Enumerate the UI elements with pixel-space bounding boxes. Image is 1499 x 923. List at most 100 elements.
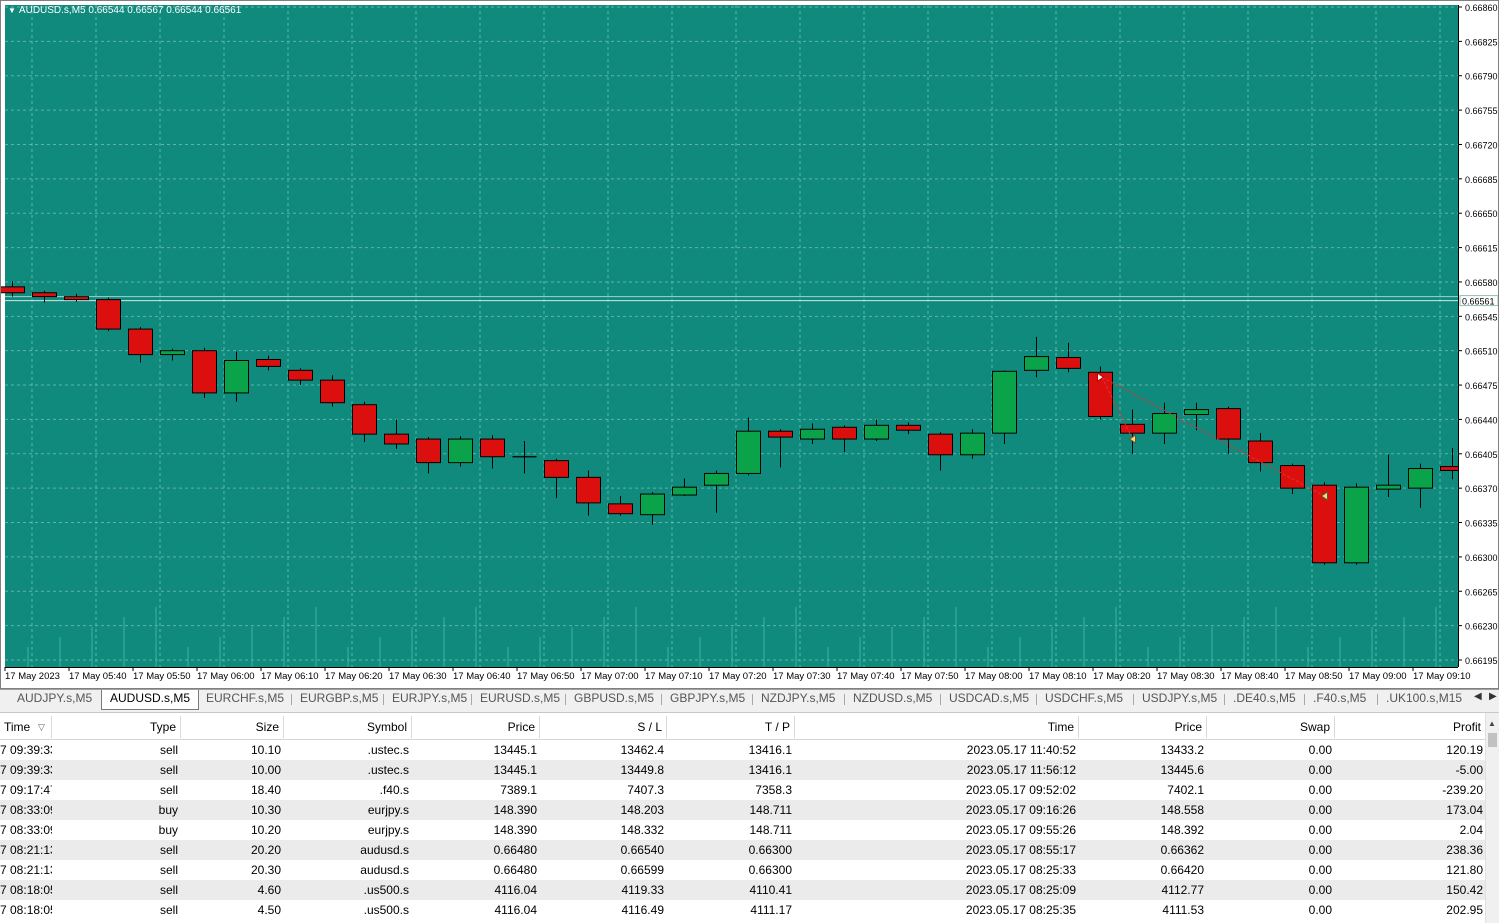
- cell-close-price: 7402.1: [1167, 783, 1204, 797]
- candle-body: [64, 296, 89, 301]
- tab-gbpusd-s-m5[interactable]: GBPUSD.s,M5: [574, 690, 654, 708]
- tab-separator: [1036, 694, 1037, 705]
- column-header-close-price[interactable]: Price: [1079, 716, 1207, 738]
- time-label: 17 May 05:40: [69, 671, 127, 682]
- vertical-scrollbar[interactable]: ▲: [1485, 713, 1499, 923]
- price-label: 0.66650: [1465, 209, 1498, 219]
- column-header-label: Time: [4, 720, 31, 734]
- tab-eurchf-s-m5[interactable]: EURCHF.s,M5: [206, 690, 284, 708]
- table-row[interactable]: 7 08:33:09 buy 10.30 eurjpy.s 148.390 148.203…: [0, 800, 1486, 820]
- cell-stop-loss: 13462.4: [620, 743, 664, 757]
- table-row[interactable]: 7 08:33:09 buy 10.20 eurjpy.s 148.390 148.332…: [0, 820, 1486, 840]
- cell-take-profit: 13416.1: [748, 743, 792, 757]
- table-row[interactable]: 7 08:21:13 sell 20.30 audusd.s 0.66480 0.6659…: [0, 860, 1486, 880]
- tab-gbpjpy-s-m5[interactable]: GBPJPY.s,M5: [670, 690, 745, 708]
- candle-body: [256, 359, 281, 367]
- column-header-size[interactable]: Size: [181, 716, 284, 738]
- candlestick-chart[interactable]: 0.66860 0.66825 0.66790 0.66755 0.66720 0.666…: [0, 0, 1499, 689]
- cell-profit: 202.95: [1446, 903, 1483, 917]
- tab-usdchf-s-m5[interactable]: USDCHF.s,M5: [1045, 690, 1123, 708]
- triangle-right-icon[interactable]: ▶: [1489, 691, 1497, 702]
- cell-stop-loss: 148.203: [620, 803, 664, 817]
- triangle-left-icon[interactable]: ◀: [1474, 691, 1482, 702]
- candle-body: [1184, 409, 1209, 416]
- cell-open-price: 4116.04: [494, 903, 538, 917]
- column-header-swap[interactable]: Swap: [1207, 716, 1335, 738]
- candle[interactable]: [320, 375, 345, 407]
- triangle-down-icon[interactable]: ▼: [8, 6, 16, 15]
- cell-close-price: 4112.77: [1161, 883, 1205, 897]
- plot-area[interactable]: [5, 5, 1458, 667]
- tab-usdjpy-s-m5[interactable]: USDJPY.s,M5: [1142, 690, 1217, 708]
- cell-type: buy: [158, 803, 178, 817]
- candle[interactable]: [1088, 366, 1113, 420]
- table-row[interactable]: 7 09:39:33 sell 10.10 .ustec.s 13445.1 13462.…: [0, 740, 1486, 760]
- sort-down-icon[interactable]: ▽: [38, 716, 45, 738]
- table-header: Time ▽ Type Size Symbol Price S / L T / P Time Pr…: [0, 716, 1486, 740]
- price-label: 0.66720: [1465, 140, 1498, 150]
- cell-size: 4.50: [257, 903, 281, 917]
- cell-profit: 121.80: [1446, 863, 1483, 877]
- candle[interactable]: [96, 297, 121, 332]
- candle-body: [1344, 486, 1369, 564]
- tab-nzdusd-s-m5[interactable]: NZDUSD.s,M5: [853, 690, 932, 708]
- candle[interactable]: [192, 347, 217, 398]
- column-header-close-time[interactable]: Time: [795, 716, 1079, 738]
- candle-body: [992, 370, 1017, 434]
- column-header-open-time[interactable]: Time ▽: [0, 716, 52, 738]
- table-row[interactable]: 7 09:17:47 sell 18.40 .f40.s 7389.1 7407.3 735…: [0, 780, 1486, 800]
- tab-eurgbp-s-m5[interactable]: EURGBP.s,M5: [300, 690, 378, 708]
- column-header-take-profit[interactable]: T / P: [667, 716, 795, 738]
- column-header-stop-loss[interactable]: S / L: [540, 716, 667, 738]
- tab-eurusd-s-m5[interactable]: EURUSD.s,M5: [480, 690, 560, 708]
- time-label: 17 May 07:20: [709, 671, 767, 682]
- cell-stop-loss: 13449.8: [620, 763, 664, 777]
- price-label: 0.66615: [1465, 244, 1498, 254]
- tab-f40-s-m5[interactable]: .F40.s,M5: [1313, 690, 1366, 708]
- column-header-profit[interactable]: Profit: [1335, 716, 1486, 738]
- cell-type: buy: [158, 823, 178, 837]
- candle-body: [768, 430, 793, 438]
- cell-type: sell: [159, 903, 178, 917]
- tab-nzdjpy-s-m5[interactable]: NZDJPY.s,M5: [761, 690, 835, 708]
- price-label: 0.66265: [1465, 587, 1498, 597]
- column-header-type[interactable]: Type: [52, 716, 181, 738]
- cell-swap: 0.00: [1308, 743, 1332, 757]
- cell-type: sell: [159, 783, 178, 797]
- tab-eurjpy-s-m5[interactable]: EURJPY.s,M5: [392, 690, 467, 708]
- cell-swap: 0.00: [1308, 803, 1332, 817]
- tab-separator: [1224, 694, 1225, 705]
- cell-open-time: 7 09:39:33: [0, 763, 52, 777]
- table-row[interactable]: 7 08:18:05 sell 4.50 .us500.s 4116.04 4116.49…: [0, 900, 1486, 920]
- cell-size: 20.30: [250, 863, 281, 877]
- table-row[interactable]: 7 08:18:05 sell 4.60 .us500.s 4116.04 4119.33…: [0, 880, 1486, 900]
- cell-open-price: 7389.1: [500, 783, 537, 797]
- scroll-up-icon[interactable]: ▲: [1488, 719, 1496, 728]
- tab-uk100-s-m15[interactable]: .UK100.s,M15: [1386, 690, 1462, 708]
- tab-usdcad-s-m5[interactable]: USDCAD.s,M5: [949, 690, 1029, 708]
- candle-body: [1216, 408, 1241, 440]
- tab-separator: [940, 694, 941, 705]
- tab-audusd-s-m5[interactable]: AUDUSD.s,M5: [101, 690, 200, 710]
- cell-open-time: 7 08:21:13: [0, 863, 52, 877]
- tab-audjpy-s-m5[interactable]: AUDJPY.s,M5: [17, 690, 92, 708]
- column-header-label: S / L: [637, 720, 662, 734]
- tab-de40-s-m5[interactable]: .DE40.s,M5: [1233, 690, 1296, 708]
- candle[interactable]: [992, 370, 1017, 444]
- candle-body: [704, 472, 729, 486]
- table-row[interactable]: 7 09:39:33 sell 10.00 .ustec.s 13445.1 13449.…: [0, 760, 1486, 780]
- candle-body: [736, 430, 761, 474]
- candle[interactable]: [960, 429, 985, 459]
- cell-symbol: .f40.s: [379, 783, 409, 797]
- scroll-thumb[interactable]: [1488, 733, 1497, 747]
- price-chart[interactable]: 0.66860 0.66825 0.66790 0.66755 0.66720 0.666…: [0, 0, 1499, 689]
- candle[interactable]: [448, 436, 473, 467]
- candle[interactable]: [1344, 483, 1369, 565]
- price-label: 0.66580: [1465, 278, 1498, 288]
- time-label: 17 May 06:40: [453, 671, 511, 682]
- chart-title: AUDUSD.s,M5 0.66544 0.66567 0.66544 0.66…: [18, 5, 242, 16]
- column-header-symbol[interactable]: Symbol: [284, 716, 412, 738]
- column-header-open-price[interactable]: Price: [412, 716, 540, 738]
- column-header-label: Price: [1174, 720, 1202, 734]
- table-row[interactable]: 7 08:21:13 sell 20.20 audusd.s 0.66480 0.6654…: [0, 840, 1486, 860]
